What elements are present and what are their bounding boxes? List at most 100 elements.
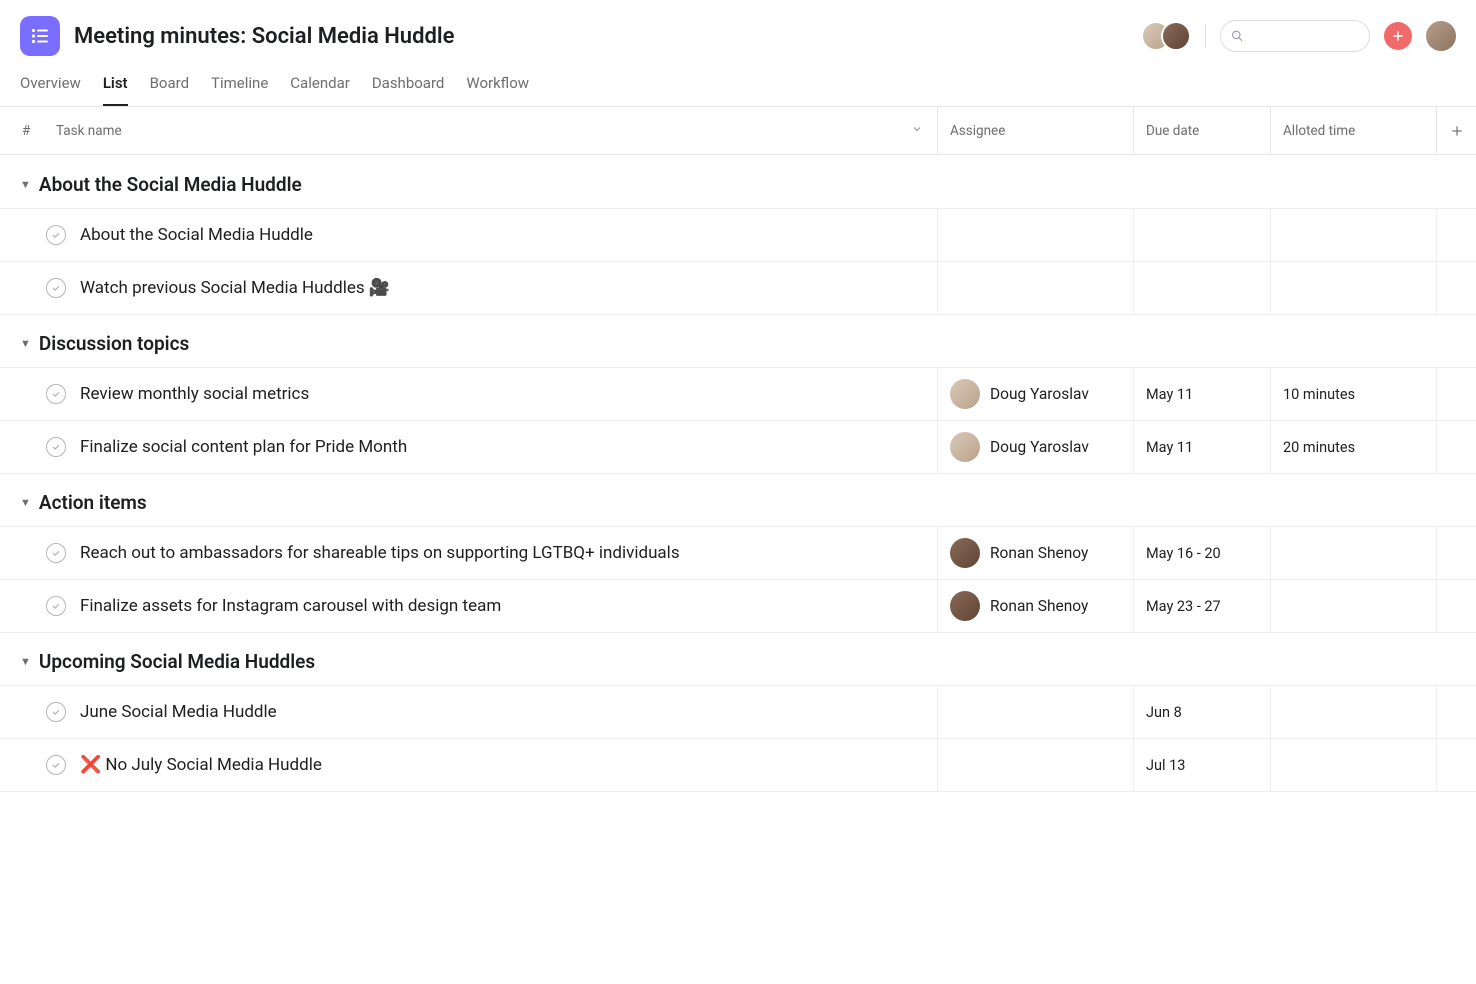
task-row[interactable]: Reach out to ambassadors for shareable t… bbox=[0, 526, 1476, 580]
tabs: Overview List Board Timeline Calendar Dashboa… bbox=[0, 56, 1476, 107]
task-row[interactable]: June Social Media Huddle Jun 8 bbox=[0, 685, 1476, 739]
task-name: About the Social Media Huddle bbox=[80, 225, 313, 245]
plus-icon bbox=[1391, 29, 1405, 43]
column-allotted-time[interactable]: Alloted time bbox=[1270, 107, 1436, 154]
caret-down-icon[interactable]: ▼ bbox=[20, 337, 31, 350]
task-assignee-cell[interactable]: Doug Yaroslav bbox=[937, 421, 1133, 473]
project-icon[interactable] bbox=[20, 16, 60, 56]
task-end-cell bbox=[1436, 368, 1476, 420]
tab-workflow[interactable]: Workflow bbox=[466, 74, 529, 106]
task-name: Review monthly social metrics bbox=[80, 384, 309, 404]
section-title[interactable]: ▼ About the Social Media Huddle bbox=[0, 155, 1476, 208]
complete-checkbox[interactable] bbox=[46, 702, 66, 722]
caret-down-icon[interactable]: ▼ bbox=[20, 178, 31, 191]
task-due-cell[interactable]: May 23 - 27 bbox=[1133, 580, 1270, 632]
complete-checkbox[interactable] bbox=[46, 278, 66, 298]
task-end-cell bbox=[1436, 262, 1476, 314]
allotted-time-value: 10 minutes bbox=[1283, 386, 1355, 403]
section-title[interactable]: ▼ Action items bbox=[0, 473, 1476, 526]
complete-checkbox[interactable] bbox=[46, 384, 66, 404]
task-assignee-cell[interactable]: Doug Yaroslav bbox=[937, 368, 1133, 420]
due-date-value: May 11 bbox=[1146, 439, 1193, 456]
complete-checkbox[interactable] bbox=[46, 755, 66, 775]
task-due-cell[interactable] bbox=[1133, 209, 1270, 261]
task-due-cell[interactable]: May 11 bbox=[1133, 368, 1270, 420]
tab-list[interactable]: List bbox=[103, 74, 128, 106]
task-time-cell[interactable] bbox=[1270, 580, 1436, 632]
task-assignee-cell[interactable]: Ronan Shenoy bbox=[937, 527, 1133, 579]
column-number: # bbox=[0, 123, 40, 139]
task-time-cell[interactable]: 10 minutes bbox=[1270, 368, 1436, 420]
complete-checkbox[interactable] bbox=[46, 225, 66, 245]
task-assignee-cell[interactable]: Ronan Shenoy bbox=[937, 580, 1133, 632]
plus-icon bbox=[1450, 124, 1464, 138]
search-input[interactable] bbox=[1244, 28, 1359, 44]
section-title[interactable]: ▼ Discussion topics bbox=[0, 314, 1476, 367]
task-row[interactable]: Finalize social content plan for Pride M… bbox=[0, 420, 1476, 474]
task-name: Reach out to ambassadors for shareable t… bbox=[80, 543, 680, 563]
section-title-label: Discussion topics bbox=[39, 332, 189, 355]
task-due-cell[interactable]: May 11 bbox=[1133, 421, 1270, 473]
avatar bbox=[950, 591, 980, 621]
due-date-value: Jul 13 bbox=[1146, 757, 1185, 774]
task-name: Finalize social content plan for Pride M… bbox=[80, 437, 407, 457]
search-icon bbox=[1231, 29, 1244, 43]
chevron-down-icon[interactable] bbox=[911, 123, 923, 139]
task-row[interactable]: Finalize assets for Instagram carousel w… bbox=[0, 579, 1476, 633]
due-date-value: May 23 - 27 bbox=[1146, 598, 1221, 615]
section-title[interactable]: ▼Upcoming Social Media Huddles bbox=[0, 632, 1476, 685]
column-due-date[interactable]: Due date bbox=[1133, 107, 1270, 154]
task-assignee-cell[interactable] bbox=[937, 739, 1133, 791]
task-due-cell[interactable]: May 16 - 20 bbox=[1133, 527, 1270, 579]
tab-timeline[interactable]: Timeline bbox=[211, 74, 268, 106]
task-row[interactable]: About the Social Media Huddle bbox=[0, 208, 1476, 262]
task-row[interactable]: ❌ No July Social Media HuddleJul 13 bbox=[0, 738, 1476, 792]
assignee-name: Ronan Shenoy bbox=[990, 597, 1088, 615]
add-column-button[interactable] bbox=[1436, 107, 1476, 154]
column-task-name[interactable]: Task name bbox=[40, 123, 937, 139]
task-time-cell[interactable] bbox=[1270, 262, 1436, 314]
task-due-cell[interactable]: Jul 13 bbox=[1133, 739, 1270, 791]
tab-calendar[interactable]: Calendar bbox=[290, 74, 350, 106]
complete-checkbox[interactable] bbox=[46, 596, 66, 616]
column-headers: # Task name Assignee Due date Alloted ti… bbox=[0, 107, 1476, 155]
add-button[interactable] bbox=[1384, 22, 1412, 50]
column-assignee[interactable]: Assignee bbox=[937, 107, 1133, 154]
project-title: Meeting minutes: Social Media Huddle bbox=[74, 24, 1127, 49]
tab-overview[interactable]: Overview bbox=[20, 74, 81, 106]
shared-avatars[interactable] bbox=[1141, 21, 1191, 51]
complete-checkbox[interactable] bbox=[46, 543, 66, 563]
task-time-cell[interactable] bbox=[1270, 209, 1436, 261]
profile-avatar[interactable] bbox=[1426, 21, 1456, 51]
section-title-label: Action items bbox=[39, 491, 147, 514]
section-title-label: About the Social Media Huddle bbox=[39, 173, 302, 196]
allotted-time-value: 20 minutes bbox=[1283, 439, 1355, 456]
task-name: June Social Media Huddle bbox=[80, 702, 277, 722]
caret-down-icon[interactable]: ▼ bbox=[20, 496, 31, 509]
task-row[interactable]: Review monthly social metrics Doug Yarosl… bbox=[0, 367, 1476, 421]
task-end-cell bbox=[1436, 686, 1476, 738]
task-end-cell bbox=[1436, 527, 1476, 579]
task-assignee-cell[interactable] bbox=[937, 686, 1133, 738]
task-assignee-cell[interactable] bbox=[937, 209, 1133, 261]
avatar bbox=[950, 379, 980, 409]
task-due-cell[interactable] bbox=[1133, 262, 1270, 314]
task-end-cell bbox=[1436, 209, 1476, 261]
avatar bbox=[1161, 21, 1191, 51]
tab-board[interactable]: Board bbox=[150, 74, 189, 106]
task-time-cell[interactable]: 20 minutes bbox=[1270, 421, 1436, 473]
task-row[interactable]: Watch previous Social Media Huddles 🎥 bbox=[0, 261, 1476, 315]
task-due-cell[interactable]: Jun 8 bbox=[1133, 686, 1270, 738]
task-time-cell[interactable] bbox=[1270, 686, 1436, 738]
due-date-value: May 11 bbox=[1146, 386, 1193, 403]
complete-checkbox[interactable] bbox=[46, 437, 66, 457]
avatar bbox=[950, 538, 980, 568]
task-assignee-cell[interactable] bbox=[937, 262, 1133, 314]
task-time-cell[interactable] bbox=[1270, 527, 1436, 579]
assignee-name: Doug Yaroslav bbox=[990, 385, 1089, 403]
caret-down-icon[interactable]: ▼ bbox=[20, 655, 31, 668]
assignee-name: Ronan Shenoy bbox=[990, 544, 1088, 562]
task-time-cell[interactable] bbox=[1270, 739, 1436, 791]
search-input-container[interactable] bbox=[1220, 20, 1370, 52]
tab-dashboard[interactable]: Dashboard bbox=[372, 74, 445, 106]
